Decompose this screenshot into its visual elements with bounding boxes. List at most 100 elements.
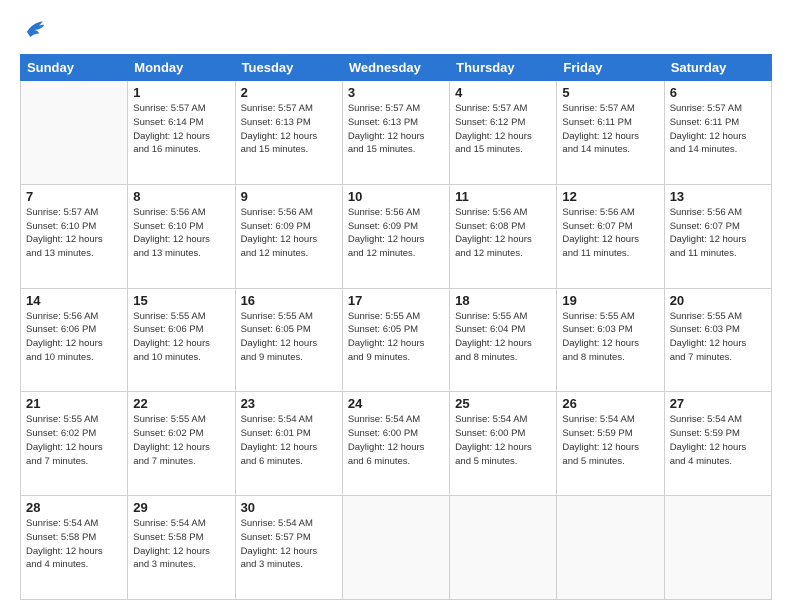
calendar-cell: 24 Sunrise: 5:54 AM Sunset: 6:00 PM Dayli… bbox=[342, 392, 449, 496]
day-info: Sunrise: 5:56 AM Sunset: 6:07 PM Dayligh… bbox=[562, 206, 658, 261]
day-info: Sunrise: 5:54 AM Sunset: 5:59 PM Dayligh… bbox=[670, 413, 766, 468]
calendar-cell: 10 Sunrise: 5:56 AM Sunset: 6:09 PM Dayli… bbox=[342, 184, 449, 288]
calendar-cell: 5 Sunrise: 5:57 AM Sunset: 6:11 PM Daylig… bbox=[557, 81, 664, 185]
calendar-cell bbox=[664, 496, 771, 600]
day-number: 26 bbox=[562, 396, 658, 411]
week-row-4: 21 Sunrise: 5:55 AM Sunset: 6:02 PM Dayli… bbox=[21, 392, 772, 496]
day-info: Sunrise: 5:55 AM Sunset: 6:04 PM Dayligh… bbox=[455, 310, 551, 365]
calendar-cell: 13Sunrise: 5:56 AM Sunset: 6:07 PM Dayli… bbox=[664, 184, 771, 288]
calendar-cell: 2Sunrise: 5:57 AM Sunset: 6:13 PM Daylig… bbox=[235, 81, 342, 185]
day-number: 27 bbox=[670, 396, 766, 411]
day-number: 25 bbox=[455, 396, 551, 411]
calendar-cell: 12Sunrise: 5:56 AM Sunset: 6:07 PM Dayli… bbox=[557, 184, 664, 288]
logo-bird-icon bbox=[20, 16, 48, 44]
day-info: Sunrise: 5:54 AM Sunset: 5:57 PM Dayligh… bbox=[241, 517, 337, 572]
day-info: Sunrise: 5:55 AM Sunset: 6:02 PM Dayligh… bbox=[133, 413, 229, 468]
header-sunday: Sunday bbox=[21, 55, 128, 81]
day-number: 5 bbox=[562, 85, 658, 100]
page: SundayMondayTuesdayWednesdayThursdayFrid… bbox=[0, 0, 792, 612]
day-number: 4 bbox=[455, 85, 551, 100]
calendar-cell: 11 Sunrise: 5:56 AM Sunset: 6:08 PM Dayli… bbox=[450, 184, 557, 288]
calendar-cell bbox=[557, 496, 664, 600]
day-number: 13 bbox=[670, 189, 766, 204]
week-row-1: 1Sunrise: 5:57 AM Sunset: 6:14 PM Daylig… bbox=[21, 81, 772, 185]
calendar-cell: 9 Sunrise: 5:56 AM Sunset: 6:09 PM Daylig… bbox=[235, 184, 342, 288]
day-info: Sunrise: 5:54 AM Sunset: 6:00 PM Dayligh… bbox=[455, 413, 551, 468]
calendar-cell: 23 Sunrise: 5:54 AM Sunset: 6:01 PM Dayli… bbox=[235, 392, 342, 496]
week-row-3: 14 Sunrise: 5:56 AM Sunset: 6:06 PM Dayli… bbox=[21, 288, 772, 392]
calendar-cell: 15 Sunrise: 5:55 AM Sunset: 6:06 PM Dayli… bbox=[128, 288, 235, 392]
calendar-cell: 19Sunrise: 5:55 AM Sunset: 6:03 PM Dayli… bbox=[557, 288, 664, 392]
calendar-cell bbox=[450, 496, 557, 600]
day-number: 21 bbox=[26, 396, 122, 411]
day-number: 15 bbox=[133, 293, 229, 308]
header bbox=[20, 16, 772, 44]
calendar-cell: 25 Sunrise: 5:54 AM Sunset: 6:00 PM Dayli… bbox=[450, 392, 557, 496]
day-number: 24 bbox=[348, 396, 444, 411]
day-info: Sunrise: 5:56 AM Sunset: 6:06 PM Dayligh… bbox=[26, 310, 122, 365]
header-wednesday: Wednesday bbox=[342, 55, 449, 81]
day-info: Sunrise: 5:55 AM Sunset: 6:02 PM Dayligh… bbox=[26, 413, 122, 468]
week-row-5: 28 Sunrise: 5:54 AM Sunset: 5:58 PM Dayli… bbox=[21, 496, 772, 600]
calendar-cell bbox=[342, 496, 449, 600]
calendar-header-row: SundayMondayTuesdayWednesdayThursdayFrid… bbox=[21, 55, 772, 81]
calendar-cell: 30 Sunrise: 5:54 AM Sunset: 5:57 PM Dayli… bbox=[235, 496, 342, 600]
day-info: Sunrise: 5:54 AM Sunset: 6:00 PM Dayligh… bbox=[348, 413, 444, 468]
day-number: 14 bbox=[26, 293, 122, 308]
calendar-cell: 26 Sunrise: 5:54 AM Sunset: 5:59 PM Dayli… bbox=[557, 392, 664, 496]
header-tuesday: Tuesday bbox=[235, 55, 342, 81]
calendar-cell: 29 Sunrise: 5:54 AM Sunset: 5:58 PM Dayli… bbox=[128, 496, 235, 600]
day-number: 3 bbox=[348, 85, 444, 100]
day-number: 6 bbox=[670, 85, 766, 100]
day-info: Sunrise: 5:54 AM Sunset: 5:58 PM Dayligh… bbox=[26, 517, 122, 572]
day-number: 22 bbox=[133, 396, 229, 411]
day-number: 8 bbox=[133, 189, 229, 204]
day-info: Sunrise: 5:57 AM Sunset: 6:11 PM Dayligh… bbox=[670, 102, 766, 157]
day-number: 16 bbox=[241, 293, 337, 308]
day-number: 29 bbox=[133, 500, 229, 515]
calendar-cell bbox=[21, 81, 128, 185]
logo bbox=[20, 16, 50, 44]
week-row-2: 7Sunrise: 5:57 AM Sunset: 6:10 PM Daylig… bbox=[21, 184, 772, 288]
header-thursday: Thursday bbox=[450, 55, 557, 81]
day-info: Sunrise: 5:56 AM Sunset: 6:09 PM Dayligh… bbox=[348, 206, 444, 261]
day-info: Sunrise: 5:57 AM Sunset: 6:12 PM Dayligh… bbox=[455, 102, 551, 157]
calendar-cell: 16Sunrise: 5:55 AM Sunset: 6:05 PM Dayli… bbox=[235, 288, 342, 392]
day-number: 10 bbox=[348, 189, 444, 204]
day-number: 30 bbox=[241, 500, 337, 515]
day-info: Sunrise: 5:54 AM Sunset: 5:59 PM Dayligh… bbox=[562, 413, 658, 468]
day-number: 11 bbox=[455, 189, 551, 204]
calendar-cell: 20 Sunrise: 5:55 AM Sunset: 6:03 PM Dayli… bbox=[664, 288, 771, 392]
calendar-cell: 28 Sunrise: 5:54 AM Sunset: 5:58 PM Dayli… bbox=[21, 496, 128, 600]
day-info: Sunrise: 5:57 AM Sunset: 6:13 PM Dayligh… bbox=[348, 102, 444, 157]
calendar-cell: 17Sunrise: 5:55 AM Sunset: 6:05 PM Dayli… bbox=[342, 288, 449, 392]
calendar-cell: 14 Sunrise: 5:56 AM Sunset: 6:06 PM Dayli… bbox=[21, 288, 128, 392]
day-info: Sunrise: 5:54 AM Sunset: 5:58 PM Dayligh… bbox=[133, 517, 229, 572]
calendar-cell: 7Sunrise: 5:57 AM Sunset: 6:10 PM Daylig… bbox=[21, 184, 128, 288]
calendar-cell: 21 Sunrise: 5:55 AM Sunset: 6:02 PM Dayli… bbox=[21, 392, 128, 496]
calendar-cell: 8 Sunrise: 5:56 AM Sunset: 6:10 PM Daylig… bbox=[128, 184, 235, 288]
day-info: Sunrise: 5:55 AM Sunset: 6:06 PM Dayligh… bbox=[133, 310, 229, 365]
calendar-cell: 22 Sunrise: 5:55 AM Sunset: 6:02 PM Dayli… bbox=[128, 392, 235, 496]
header-saturday: Saturday bbox=[664, 55, 771, 81]
day-info: Sunrise: 5:56 AM Sunset: 6:10 PM Dayligh… bbox=[133, 206, 229, 261]
day-number: 19 bbox=[562, 293, 658, 308]
day-number: 17 bbox=[348, 293, 444, 308]
day-number: 23 bbox=[241, 396, 337, 411]
calendar-cell: 3 Sunrise: 5:57 AM Sunset: 6:13 PM Daylig… bbox=[342, 81, 449, 185]
day-info: Sunrise: 5:57 AM Sunset: 6:11 PM Dayligh… bbox=[562, 102, 658, 157]
day-number: 28 bbox=[26, 500, 122, 515]
day-number: 20 bbox=[670, 293, 766, 308]
day-info: Sunrise: 5:54 AM Sunset: 6:01 PM Dayligh… bbox=[241, 413, 337, 468]
calendar-table: SundayMondayTuesdayWednesdayThursdayFrid… bbox=[20, 54, 772, 600]
calendar-cell: 18 Sunrise: 5:55 AM Sunset: 6:04 PM Dayli… bbox=[450, 288, 557, 392]
day-info: Sunrise: 5:56 AM Sunset: 6:08 PM Dayligh… bbox=[455, 206, 551, 261]
calendar-cell: 4 Sunrise: 5:57 AM Sunset: 6:12 PM Daylig… bbox=[450, 81, 557, 185]
day-info: Sunrise: 5:57 AM Sunset: 6:10 PM Dayligh… bbox=[26, 206, 122, 261]
day-number: 18 bbox=[455, 293, 551, 308]
day-info: Sunrise: 5:55 AM Sunset: 6:03 PM Dayligh… bbox=[670, 310, 766, 365]
calendar-cell: 27 Sunrise: 5:54 AM Sunset: 5:59 PM Dayli… bbox=[664, 392, 771, 496]
day-number: 9 bbox=[241, 189, 337, 204]
header-monday: Monday bbox=[128, 55, 235, 81]
day-info: Sunrise: 5:56 AM Sunset: 6:09 PM Dayligh… bbox=[241, 206, 337, 261]
